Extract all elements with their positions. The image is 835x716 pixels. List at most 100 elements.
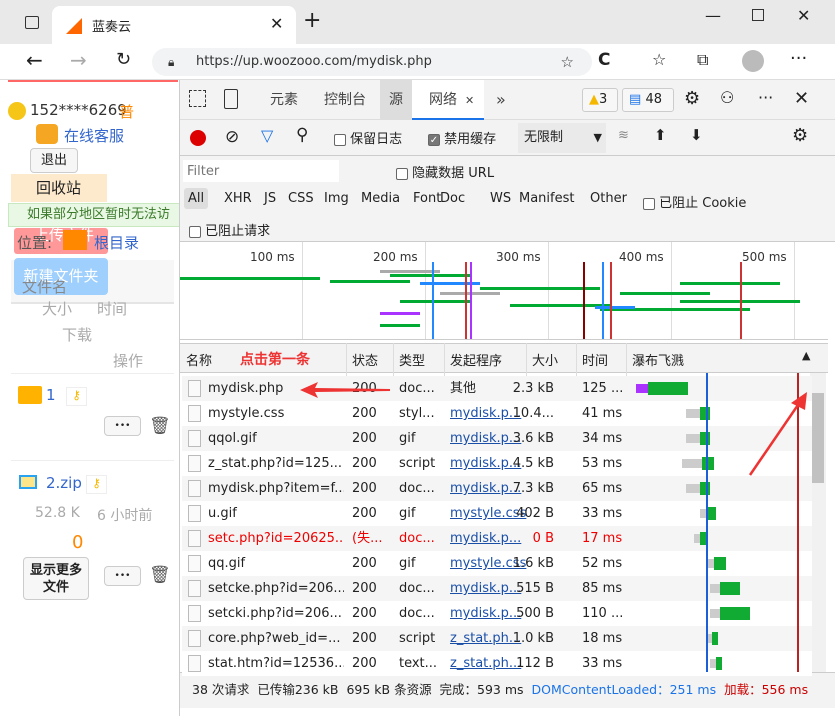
collections-icon[interactable]: ⧉: [697, 50, 708, 70]
folder-delete-icon[interactable]: 🗑︎: [149, 416, 171, 436]
filter-type-xhr[interactable]: XHR: [220, 188, 256, 209]
file-name-link[interactable]: 2.zip: [46, 474, 82, 492]
folder-key-icon[interactable]: ⚷: [66, 387, 87, 406]
column-header[interactable]: 类型: [399, 350, 425, 369]
request-size: 1.0 kB: [512, 631, 554, 646]
network-settings-icon[interactable]: ⚙: [792, 125, 808, 146]
file-icon: [188, 455, 201, 472]
filter-type-all[interactable]: All: [184, 188, 209, 209]
minimize-button[interactable]: —: [705, 6, 721, 25]
preserve-log-checkbox[interactable]: 保留日志: [334, 128, 402, 147]
filter-icon[interactable]: ▽: [261, 126, 273, 145]
qq-icon: [36, 124, 58, 144]
clear-icon[interactable]: ⊘: [225, 127, 239, 147]
close-devtools-icon[interactable]: ✕: [794, 88, 809, 109]
tab-close-icon[interactable]: ✕: [270, 14, 283, 33]
column-header[interactable]: 发起程序: [450, 350, 502, 369]
blocked-cookies-checkbox[interactable]: 已阻止 Cookie: [643, 192, 746, 211]
settings-gear-icon[interactable]: ⚙: [684, 88, 700, 109]
column-header[interactable]: 时间: [582, 350, 608, 369]
waterfall-wait-bar: [710, 609, 720, 618]
table-row[interactable]: qqol.gif 200 gif mydisk.p... 3.6 kB 34 ms: [182, 426, 812, 451]
filter-type-doc[interactable]: Doc: [436, 188, 469, 209]
forward-button[interactable]: →: [70, 48, 87, 72]
tab-console[interactable]: 控制台: [324, 80, 366, 120]
close-window-button[interactable]: ✕: [797, 6, 810, 25]
table-row[interactable]: mystyle.css 200 styl... mydisk.p... 10.4... 4…: [182, 401, 812, 426]
recycle-bin-link[interactable]: 回收站: [11, 174, 107, 202]
disable-cache-checkbox[interactable]: ✓ 禁用缓存: [428, 128, 496, 147]
device-toolbar-icon[interactable]: [224, 89, 238, 109]
online-service-link[interactable]: 在线客服: [64, 125, 124, 146]
logout-button[interactable]: 退出: [30, 148, 78, 173]
more-menu-icon[interactable]: ···: [790, 48, 807, 69]
import-har-icon[interactable]: ⬆: [654, 126, 667, 144]
table-row[interactable]: setcki.php?id=206... 200 doc... mydisk.p...…: [182, 601, 812, 626]
tab-sources[interactable]: 源: [380, 80, 412, 120]
warnings-badge[interactable]: ▲3: [582, 88, 618, 112]
request-initiator[interactable]: mydisk.p...: [450, 526, 528, 551]
blocked-requests-checkbox[interactable]: 已阻止请求: [189, 220, 270, 239]
inspect-element-icon[interactable]: [189, 90, 206, 107]
back-button[interactable]: ←: [26, 48, 43, 72]
add-favorite-icon[interactable]: ☆: [561, 48, 574, 76]
filter-type-js[interactable]: JS: [260, 188, 280, 209]
table-row[interactable]: u.gif 200 gif mystyle.css 402 B 33 ms: [182, 501, 812, 526]
file-key-icon[interactable]: ⚷: [86, 475, 107, 494]
feedback-icon[interactable]: ⚇: [720, 88, 734, 107]
table-row[interactable]: z_stat.php?id=125... 200 script mydisk.p...…: [182, 451, 812, 476]
url-input[interactable]: 🔒︎ https://up.woozooo.com/mydisk.php ☆: [152, 48, 592, 76]
file-delete-icon[interactable]: 🗑︎: [149, 565, 171, 585]
table-row[interactable]: stat.htm?id=12536... 200 text... z_stat.ph.…: [182, 651, 812, 676]
more-tabs-icon[interactable]: »: [496, 80, 506, 120]
show-more-files-button[interactable]: 显示更多文件: [23, 557, 89, 600]
filter-type-manifest[interactable]: Manifest: [515, 188, 578, 209]
request-status: 200: [352, 406, 377, 421]
filter-type-ws[interactable]: WS: [486, 188, 515, 209]
table-row[interactable]: qq.gif 200 gif mystyle.css 1.6 kB 52 ms: [182, 551, 812, 576]
tab-close-icon[interactable]: ✕: [465, 94, 474, 107]
network-conditions-icon[interactable]: ≋: [618, 128, 629, 143]
table-row[interactable]: mydisk.php 200 doc... 其他 2.3 kB 125 ...: [182, 376, 812, 401]
record-button[interactable]: [190, 130, 206, 146]
browser-tab[interactable]: 蓝奏云 ✕: [52, 6, 296, 44]
favorites-icon[interactable]: ☆: [652, 50, 666, 69]
filter-type-img[interactable]: Img: [320, 188, 353, 209]
more-options-icon[interactable]: ···: [758, 88, 773, 107]
filter-type-css[interactable]: CSS: [284, 188, 318, 209]
throttle-select[interactable]: 无限制 ▼: [518, 123, 606, 153]
filter-type-other[interactable]: Other: [586, 188, 631, 209]
export-har-icon[interactable]: ⬇: [690, 126, 703, 144]
tab-elements[interactable]: 元素: [270, 80, 298, 120]
tab-actions-icon[interactable]: [25, 16, 39, 29]
maximize-button[interactable]: [752, 9, 764, 21]
timeline-overview[interactable]: 100 ms200 ms300 ms400 ms500 ms600 ms: [180, 242, 828, 340]
request-time: 33 ms: [582, 656, 623, 671]
preserve-log-label: 保留日志: [350, 132, 403, 147]
messages-badge[interactable]: ▤ 48: [622, 88, 674, 112]
folder-more-button[interactable]: •••: [104, 416, 141, 436]
new-tab-button[interactable]: +: [303, 8, 321, 33]
table-row[interactable]: mydisk.php?item=f... 200 doc... mydisk.p...…: [182, 476, 812, 501]
table-row[interactable]: setc.php?id=20625... (失... doc... mydisk.p.…: [182, 526, 812, 551]
profile-avatar[interactable]: [742, 50, 764, 72]
col-size: 大小: [42, 300, 73, 318]
folder-name-link[interactable]: 1: [46, 386, 56, 404]
table-row[interactable]: setcke.php?id=206... 200 doc... mydisk.p...…: [182, 576, 812, 601]
table-row[interactable]: core.php?web_id=... 200 script z_stat.ph...…: [182, 626, 812, 651]
column-header[interactable]: 瀑布飞溅: [632, 350, 684, 369]
request-size: 515 B: [516, 581, 554, 596]
column-header[interactable]: 状态: [352, 350, 378, 369]
search-icon[interactable]: ⚲: [296, 125, 308, 145]
root-dir-link[interactable]: 根目录: [94, 232, 139, 253]
refresh-button[interactable]: ↻: [116, 49, 131, 70]
sort-arrow-icon[interactable]: ▲: [802, 349, 810, 362]
filter-type-media[interactable]: Media: [357, 188, 404, 209]
column-header[interactable]: 大小: [532, 350, 558, 369]
filter-input[interactable]: [183, 160, 339, 182]
c-extension-icon[interactable]: C: [598, 50, 610, 70]
file-more-button[interactable]: •••: [104, 566, 141, 586]
hide-data-urls-checkbox[interactable]: 隐藏数据 URL: [396, 162, 494, 181]
tab-network[interactable]: 网络 ✕: [412, 80, 484, 120]
column-header[interactable]: 名称: [186, 350, 212, 369]
